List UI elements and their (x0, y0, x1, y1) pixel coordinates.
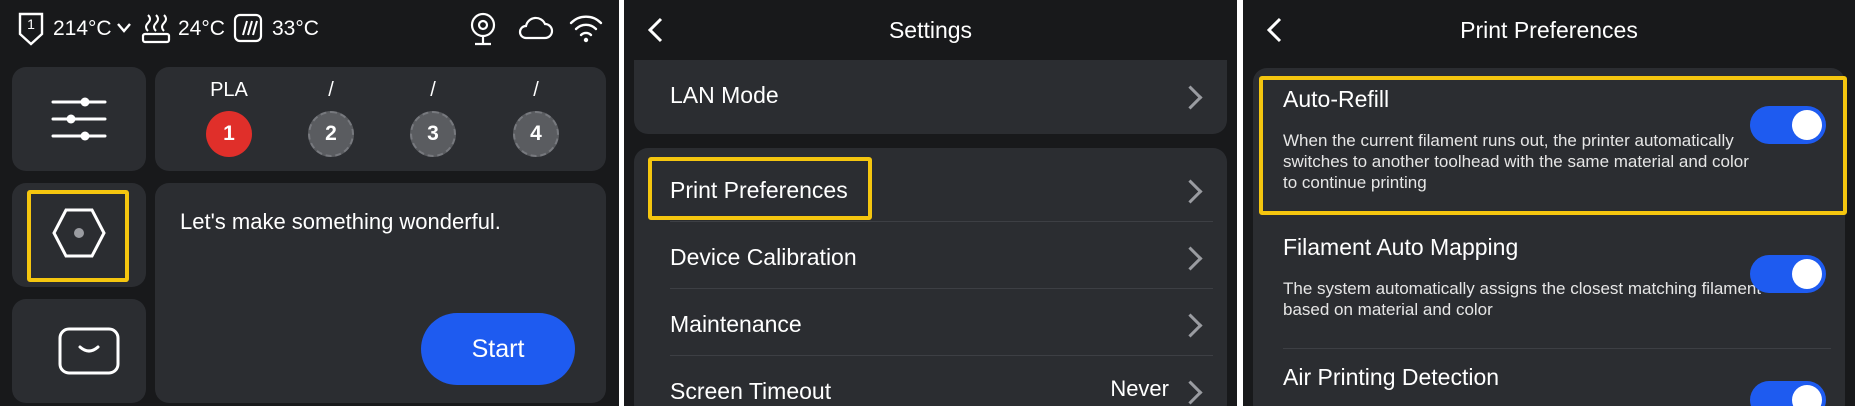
divider (670, 355, 1213, 356)
slot-2[interactable]: 2 (308, 111, 354, 157)
slot-3-label: / (430, 79, 436, 101)
divider (1283, 348, 1831, 349)
chevron-right-icon (1178, 380, 1203, 405)
sliders-icon (51, 97, 107, 141)
settings-item-maintenance[interactable]: Maintenance (670, 311, 802, 338)
print-preferences-screen: Print Preferences Auto-Refill When the c… (1243, 0, 1855, 406)
slot-4-label: / (533, 79, 539, 101)
air-printing-detection-title: Air Printing Detection (1283, 364, 1500, 390)
toggle-knob (1792, 259, 1822, 289)
chevron-right-icon (1178, 313, 1203, 338)
welcome-card: Let's make something wonderful. Start (155, 183, 606, 403)
page-title: Print Preferences (1460, 17, 1638, 43)
cloud-icon[interactable] (516, 14, 554, 42)
chevron-right-icon (1178, 246, 1203, 271)
toggle-knob (1792, 385, 1822, 406)
filament-auto-mapping-description: The system automatically assigns the clo… (1283, 279, 1762, 319)
chevron-right-icon (1178, 85, 1203, 110)
chevron-down-icon[interactable] (116, 22, 132, 34)
camera-icon[interactable] (468, 11, 498, 47)
slot-3[interactable]: 3 (410, 111, 456, 157)
wifi-icon[interactable] (568, 12, 604, 44)
chevron-right-icon (1178, 179, 1203, 204)
page-title: Settings (888, 17, 973, 43)
chamber-temp: 33°C (272, 17, 319, 40)
divider (670, 288, 1213, 289)
filament-auto-mapping-toggle[interactable] (1750, 255, 1826, 293)
welcome-text: Let's make something wonderful. (180, 209, 501, 234)
storage-button[interactable] (12, 299, 146, 403)
settings-item-screen-timeout[interactable]: Screen Timeout (670, 378, 831, 405)
air-printing-detection-toggle[interactable] (1750, 381, 1826, 406)
home-screen: 1 214°C 24°C 33°C PLA 1 / 2 / 3 / 4 Let'… (0, 0, 619, 406)
tune-button[interactable] (12, 67, 146, 171)
lan-mode-card: LAN Mode (634, 60, 1227, 134)
slot-1[interactable]: 1 (206, 111, 252, 157)
filament-slots: PLA 1 / 2 / 3 / 4 (155, 67, 606, 171)
nozzle-number: 1 (27, 16, 35, 32)
status-bar: 1 214°C 24°C 33°C (0, 0, 619, 58)
highlight-box (27, 190, 129, 282)
heatbed-icon (141, 14, 171, 44)
slot-1-label: PLA (210, 79, 248, 101)
divider (670, 221, 1213, 222)
filament-auto-mapping-title: Filament Auto Mapping (1283, 234, 1519, 260)
highlight-box (1259, 76, 1847, 215)
lan-mode-item[interactable]: LAN Mode (670, 82, 779, 109)
highlight-box (648, 157, 872, 220)
screen-timeout-value: Never (1110, 376, 1169, 401)
start-button[interactable]: Start (421, 313, 575, 385)
settings-screen: Settings LAN Mode Print Preferences Devi… (624, 0, 1237, 406)
slot-4[interactable]: 4 (513, 111, 559, 157)
tray-icon (58, 327, 120, 375)
nozzle-temp[interactable]: 214°C (53, 17, 112, 41)
slot-2-label: / (328, 79, 334, 101)
bed-temp: 24°C (178, 17, 225, 40)
settings-item-device-calibration[interactable]: Device Calibration (670, 244, 857, 271)
chamber-icon (233, 13, 263, 43)
